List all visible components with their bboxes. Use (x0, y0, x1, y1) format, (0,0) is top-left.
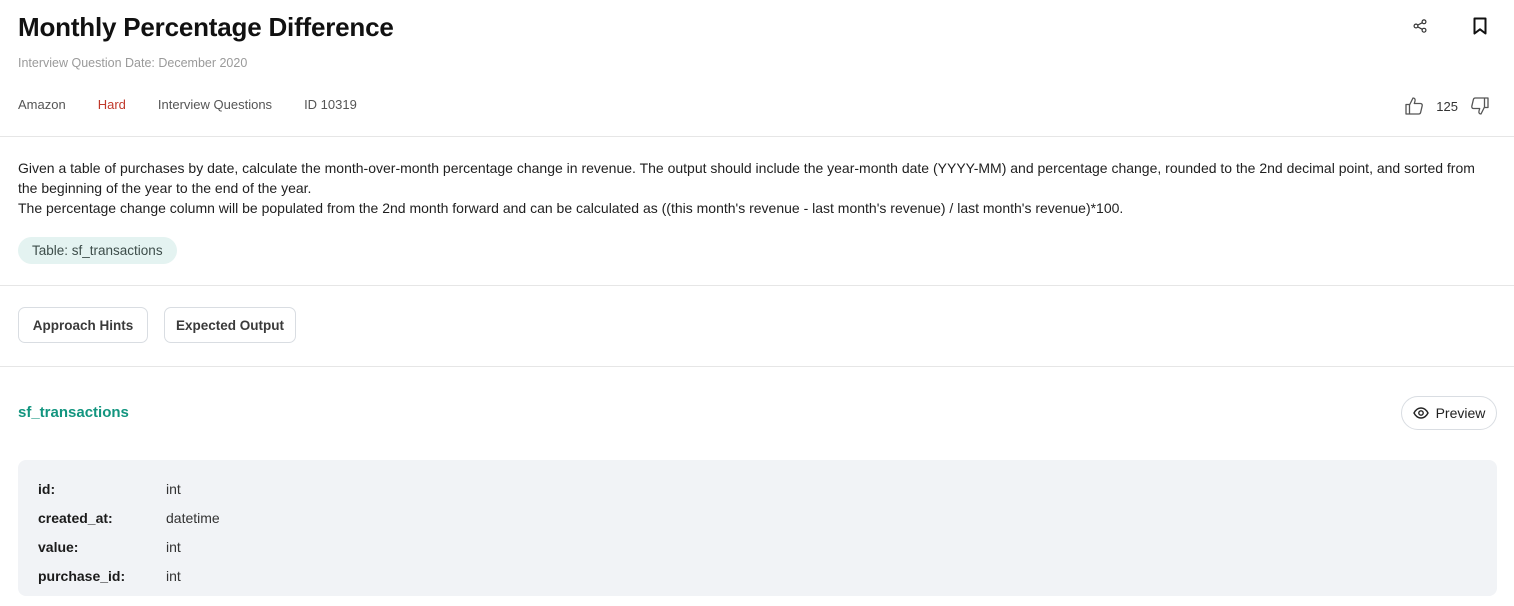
share-icon (1413, 19, 1427, 33)
schema-table-name: sf_transactions (18, 404, 129, 421)
schema-row: purchase_id: int (18, 561, 1497, 590)
description-paragraph: Given a table of purchases by date, calc… (18, 160, 1475, 196)
column-type: int (166, 538, 181, 555)
question-description: Given a table of purchases by date, calc… (18, 158, 1498, 218)
divider (0, 136, 1514, 137)
column-type: int (166, 480, 181, 497)
thumbs-down-icon (1471, 97, 1489, 115)
divider (0, 366, 1514, 367)
question-meta: Amazon Hard Interview Questions ID 10319 (18, 97, 357, 113)
bookmark-button[interactable] (1468, 14, 1492, 38)
eye-icon (1412, 407, 1429, 419)
company-tag[interactable]: Amazon (18, 97, 66, 113)
schema-row: id: int (18, 474, 1497, 503)
header-actions (1408, 14, 1492, 38)
question-date: Interview Question Date: December 2020 (18, 56, 248, 70)
page-title: Monthly Percentage Difference (18, 12, 394, 42)
schema-table: id: int created_at: datetime value: int … (18, 460, 1497, 596)
column-name: created_at: (38, 509, 113, 526)
difficulty-tag: Hard (97, 97, 126, 112)
thumbs-up-icon (1405, 97, 1424, 115)
column-type: datetime (166, 509, 220, 526)
column-type: int (166, 567, 181, 584)
column-name: value: (38, 538, 79, 555)
column-name: purchase_id: (38, 567, 126, 584)
column-name: id: (38, 480, 56, 497)
category-tag[interactable]: Interview Questions (158, 97, 272, 113)
question-id: ID 10319 (304, 97, 357, 112)
bookmark-icon (1473, 17, 1487, 35)
expected-output-button[interactable]: Expected Output (164, 307, 296, 343)
preview-label: Preview (1435, 405, 1486, 421)
approach-hints-button[interactable]: Approach Hints (18, 307, 148, 343)
downvote-button[interactable] (1468, 94, 1492, 118)
share-button[interactable] (1408, 14, 1432, 38)
preview-button[interactable]: Preview (1401, 396, 1497, 430)
schema-row: created_at: datetime (18, 503, 1497, 532)
table-chip[interactable]: Table: sf_transactions (18, 237, 177, 264)
schema-row: value: int (18, 532, 1497, 561)
upvote-button[interactable] (1402, 94, 1426, 118)
question-page: Monthly Percentage Difference Interview … (0, 0, 1514, 606)
vote-count: 125 (1436, 98, 1458, 114)
divider (0, 285, 1514, 286)
description-paragraph: The percentage change column will be pop… (18, 200, 1124, 216)
vote-controls: 125 (1402, 94, 1492, 118)
